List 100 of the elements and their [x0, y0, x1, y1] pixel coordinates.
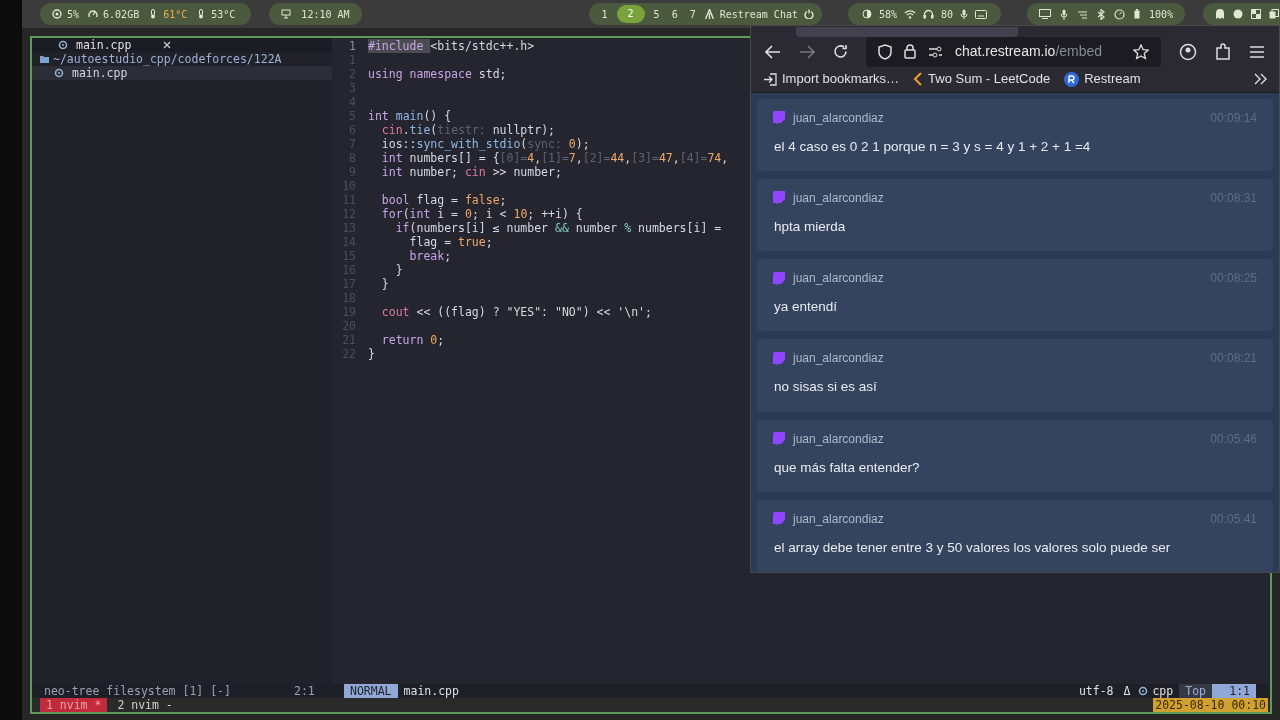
- line-number: 1: [348, 39, 357, 53]
- stat-value: 53°C: [211, 7, 236, 22]
- power-icon[interactable]: [803, 9, 814, 19]
- twitch-icon: [773, 351, 785, 365]
- code-line: if(numbers[i] ≤ number && number % numbers[i] =: [394, 221, 722, 235]
- brightness-icon[interactable]: [861, 9, 872, 19]
- code-line: }: [380, 277, 389, 291]
- code-line: cin.tie(tiestr: nullptr);: [380, 123, 555, 137]
- code-line: using namespace std;: [367, 67, 507, 81]
- chat-message-text: no sisas si es así: [773, 378, 878, 397]
- clock-text: 12:10 AM: [301, 7, 350, 22]
- delta-text: Δ: [1123, 684, 1131, 698]
- brightness-value: 58%: [878, 7, 898, 22]
- buffer-tab[interactable]: main.cpp: [76, 38, 132, 52]
- twitch-icon: [773, 432, 785, 445]
- scroll-indicator: Top: [1179, 684, 1212, 698]
- battery-icon[interactable]: [1134, 9, 1141, 19]
- code-line: for(int i = 0; i < 10; ++i) {: [380, 207, 583, 221]
- star-icon[interactable]: [1133, 44, 1149, 60]
- chat-message-text: el 4 caso es 0 2 1 porque n = 3 y s = 4 y 1 + 2 + 1 =4: [773, 137, 1092, 156]
- chat-username: juan_alarcondiaz: [793, 350, 884, 368]
- microphone-icon[interactable]: [960, 9, 969, 19]
- bookmark-link[interactable]: Restream: [1084, 69, 1141, 89]
- workspace-button[interactable]: 5: [650, 6, 663, 22]
- chat-message-text: que más falta entender?: [773, 458, 921, 477]
- chat-username: juan_alarcondiaz: [793, 430, 884, 448]
- shield-icon: [878, 44, 892, 60]
- gear-icon: [1138, 686, 1149, 696]
- tree-file[interactable]: main.cpp: [72, 66, 128, 80]
- url-text: chat.restream.io/embed: [955, 42, 1104, 62]
- tmux-datetime: 2025-08-10 00:10: [1153, 698, 1268, 712]
- code-line: return 0;: [380, 333, 445, 347]
- microphone-icon[interactable]: [1060, 8, 1069, 20]
- folder-icon: [40, 55, 49, 63]
- gauge-icon: [88, 9, 99, 19]
- monitor-icon: [281, 9, 292, 19]
- chat-username: juan_alarcondiaz: [793, 270, 884, 287]
- address-bar[interactable]: chat.restream.io/embed: [866, 37, 1161, 67]
- reload-icon[interactable]: [833, 44, 848, 60]
- tmux-window-tab[interactable]: 2 nvim -: [117, 698, 173, 712]
- grid-icon[interactable]: [1251, 9, 1262, 19]
- cpu-icon: [52, 9, 62, 19]
- close-icon[interactable]: [163, 41, 172, 49]
- code-line: flag = true;: [408, 235, 493, 249]
- gear-icon: [54, 68, 64, 78]
- headphones-icon[interactable]: [923, 9, 935, 19]
- bookmark-link[interactable]: Two Sum - LeetCode: [928, 69, 1051, 89]
- stat-value: 5%: [67, 7, 80, 22]
- tree-root[interactable]: ~/autoestudio_cpp/codeforces/122A: [53, 52, 282, 66]
- active-window-title: Restream Chat: [719, 7, 798, 22]
- back-icon[interactable]: [765, 45, 781, 59]
- code-line: ios::sync_with_stdio(sync: 0);: [380, 137, 590, 151]
- ghost-icon[interactable]: [1215, 9, 1226, 19]
- code-line: int main() {: [367, 109, 452, 123]
- code-line: cout << ((flag) ? "YES": "NO") << '\n';: [380, 305, 652, 319]
- keyboard-icon[interactable]: [975, 9, 988, 19]
- chevrons-icon[interactable]: [1254, 73, 1267, 86]
- puzzle-icon[interactable]: [1215, 43, 1231, 61]
- workspace-button[interactable]: 1: [598, 6, 611, 22]
- workspace-button[interactable]: 6: [668, 6, 681, 22]
- chat-username: juan_alarcondiaz: [793, 189, 884, 207]
- stat-value: 6.02GB: [103, 7, 140, 22]
- cursor-position: 2:1: [294, 684, 316, 698]
- code-line: }: [367, 347, 375, 361]
- twitch-icon: [773, 512, 785, 526]
- workspace-button[interactable]: 7: [686, 6, 699, 22]
- stat-value: 61°C: [163, 7, 188, 22]
- network-icon[interactable]: [1077, 9, 1089, 19]
- twitch-icon: [773, 271, 785, 285]
- chat-username: juan_alarcondiaz: [793, 510, 884, 528]
- gauge-icon[interactable]: [1114, 8, 1126, 20]
- volume-value: 80: [941, 7, 954, 22]
- code-bracket-icon: [913, 72, 924, 87]
- mode-indicator: NORMAL: [344, 684, 398, 698]
- menu-icon[interactable]: [1249, 45, 1265, 59]
- filetype-text: cpp: [1152, 684, 1174, 698]
- screen-icon[interactable]: [1039, 9, 1052, 19]
- restream-logo-icon: [1064, 71, 1080, 87]
- status-filename: main.cpp: [403, 684, 459, 698]
- lock-icon: [904, 44, 916, 60]
- twitch-icon: [773, 111, 785, 124]
- forward-icon[interactable]: [799, 45, 815, 59]
- bookmark-link[interactable]: Import bookmarks…: [782, 69, 900, 89]
- code-line: break;: [408, 249, 452, 263]
- code-line: int number; cin >> number;: [380, 165, 562, 179]
- chat-message-text: el array debe tener entre 3 y 50 valores los valores solo puede ser: [773, 538, 1172, 557]
- chat-message-text: hpta mierda: [773, 217, 847, 236]
- import-icon: [763, 72, 777, 86]
- copy-icon[interactable]: [1269, 9, 1280, 19]
- position-indicator: 1:1: [1212, 684, 1256, 698]
- chat-message-text: ya entendí: [773, 298, 839, 316]
- code-line: bool flag = false;: [380, 193, 507, 207]
- chat-username: juan_alarcondiaz: [793, 109, 884, 127]
- app-icon: [704, 9, 714, 19]
- code-line: #include <bits/stdc++.h>: [367, 39, 535, 53]
- bluetooth-icon[interactable]: [1097, 8, 1106, 20]
- status-text: neo-tree filesystem [1] [-]: [44, 684, 232, 698]
- account-icon[interactable]: [1179, 43, 1197, 61]
- wifi-icon[interactable]: [904, 9, 917, 19]
- sliders-icon: [928, 46, 943, 58]
